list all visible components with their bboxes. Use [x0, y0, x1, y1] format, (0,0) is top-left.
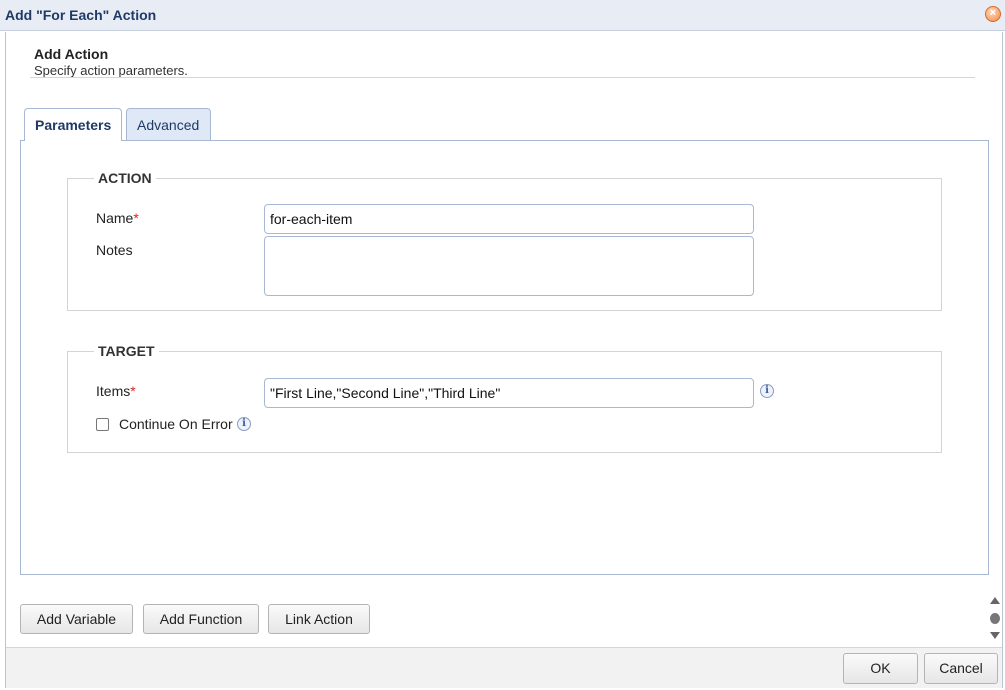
scroll-up-arrow-icon[interactable] — [990, 597, 1000, 604]
header-title: Add Action — [34, 46, 109, 62]
scroll-down-arrow-icon[interactable] — [990, 632, 1000, 639]
notes-label: Notes — [96, 242, 133, 258]
action-header: Add Action Specify action parameters. — [34, 46, 188, 78]
items-label-text: Items — [96, 383, 131, 399]
notes-textarea[interactable] — [264, 236, 754, 296]
cancel-button[interactable]: Cancel — [924, 653, 998, 684]
add-function-button[interactable]: Add Function — [143, 604, 259, 634]
info-icon[interactable]: i — [237, 417, 251, 431]
name-input[interactable] — [264, 204, 754, 234]
header-divider — [30, 77, 975, 78]
title-bar: Add "For Each" Action × — [0, 0, 1005, 31]
items-label: Items* — [96, 383, 136, 399]
close-icon[interactable]: × — [985, 6, 1001, 22]
name-label: Name* — [96, 210, 139, 226]
items-input[interactable] — [264, 378, 754, 408]
target-legend: TARGET — [98, 343, 155, 359]
info-icon[interactable]: i — [760, 384, 774, 398]
tab-advanced[interactable]: Advanced — [126, 108, 211, 140]
required-marker: * — [133, 210, 139, 226]
name-label-text: Name — [96, 210, 134, 226]
required-marker: * — [130, 383, 136, 399]
ok-button[interactable]: OK — [843, 653, 918, 684]
action-legend: ACTION — [98, 170, 152, 186]
continue-on-error-checkbox[interactable] — [96, 418, 109, 431]
add-variable-button[interactable]: Add Variable — [20, 604, 133, 634]
dialog: Add "For Each" Action × Add Action Speci… — [0, 0, 1005, 690]
continue-on-error-label: Continue On Error — [119, 416, 233, 432]
header-subtitle: Specify action parameters. — [34, 63, 188, 78]
tab-parameters[interactable]: Parameters — [24, 108, 122, 141]
dialog-title: Add "For Each" Action — [5, 7, 157, 23]
link-action-button[interactable]: Link Action — [268, 604, 370, 634]
scrollbar-thumb[interactable] — [990, 613, 1000, 624]
